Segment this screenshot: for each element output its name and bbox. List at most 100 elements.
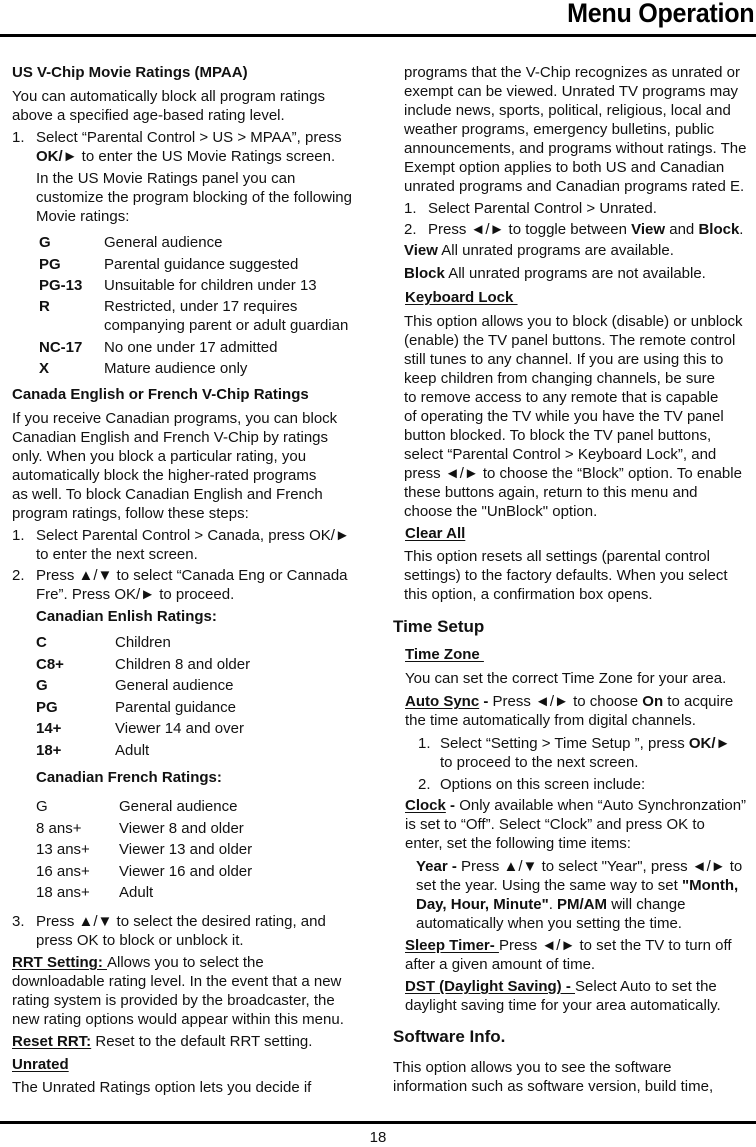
clear-all-text: This option resets all settings (parenta… (404, 548, 710, 565)
mpaa-step1-line: Select “Parental Control > US > MPAA”, p… (36, 129, 342, 146)
keyboard-lock-text: (enable) the TV panel buttons. The remot… (404, 332, 736, 349)
canada-intro-line: If you receive Canadian programs, you ca… (12, 410, 338, 427)
keyboard-lock-text: select “Parental Control > Keyboard Lock… (404, 446, 717, 463)
unrated-step2: Press ◄/► to toggle between View and Blo… (428, 221, 744, 238)
canada-step2-line: Fre”. Press OK/► to proceed. (36, 586, 235, 603)
clock-line: Clock - Only available when “Auto Synchr… (405, 797, 747, 814)
clock-label: Clock (405, 797, 446, 814)
auto-sync-line: Auto Sync - Press ◄/► to choose On to ac… (405, 693, 734, 710)
mpaa-step1-line: OK/► to enter the US Movie Ratings scree… (36, 148, 336, 165)
unrated-cont-text: announcements, and programs without rati… (404, 140, 747, 157)
block-option-line: Block All unrated programs are not avail… (404, 265, 706, 282)
canada-intro-line: program ratings, follow these steps: (12, 505, 249, 522)
rating-code: 18+ (36, 742, 62, 759)
rating-code: C (36, 634, 47, 651)
reset-rrt-label: Reset RRT: (12, 1033, 92, 1050)
canada-step1-line: Select Parental Control > Canada, press … (36, 527, 350, 544)
canada-step1-line: to enter the next screen. (36, 546, 198, 563)
rating-desc: Children (115, 634, 171, 651)
canada-intro-line: only. When you block a particular rating… (12, 448, 307, 465)
rating-code: C8+ (36, 656, 64, 673)
year-line: Year - Press ▲/▼ to select "Year", press… (416, 858, 743, 875)
clear-all-text: settings) to the factory defaults. When … (404, 567, 728, 584)
dst-line: DST (Daylight Saving) - Select Auto to s… (405, 978, 717, 995)
rrt-setting-text: rating system is provided by the broadca… (12, 992, 335, 1009)
mpaa-intro-line: You can automatically block all program … (12, 88, 325, 105)
step-number: 1. (418, 735, 431, 752)
dst-text: daylight saving time for your area autom… (405, 997, 721, 1014)
unrated-cont-text: unrated programs and Canadian programs r… (404, 178, 745, 195)
auto-sync-label: Auto Sync (405, 693, 480, 710)
canada-step3-line: press OK to block or unblock it. (36, 932, 244, 949)
rating-code: R (39, 298, 50, 315)
rating-code: 16 ans+ (36, 863, 90, 880)
step-number: 1. (12, 129, 25, 146)
rating-code: G (39, 234, 51, 251)
mpaa-intro-line: above a specified age-based rating level… (12, 107, 285, 124)
rrt-setting-text: downloadable rating level. In the event … (12, 973, 342, 990)
header-divider (0, 34, 756, 37)
time-step1-line: Select “Setting > Time Setup ”, press OK… (440, 735, 731, 752)
clear-all-heading: Clear All (405, 525, 466, 542)
time-zone-text: You can set the correct Time Zone for yo… (405, 670, 727, 687)
rrt-setting-text: new rating options would appear within t… (12, 1011, 344, 1028)
rating-code: G (36, 677, 48, 694)
rating-desc: No one under 17 admitted (104, 339, 278, 356)
rating-desc: Unsuitable for children under 13 (104, 277, 317, 294)
rating-desc: Viewer 14 and over (115, 720, 244, 737)
canada-step2-line: Press ▲/▼ to select “Canada Eng or Canna… (36, 567, 348, 584)
rating-desc: General audience (115, 677, 234, 694)
rating-code: NC-17 (39, 339, 83, 356)
rating-code: PG (39, 256, 61, 273)
year-label: Year - (416, 858, 462, 875)
unrated-cont-text: Exempt option applies to both US and Can… (404, 159, 725, 176)
step-number: 2. (12, 567, 25, 584)
page-header: Menu Operation (0, 0, 756, 37)
keyboard-lock-text: press ◄/► to choose the “Block” option. … (404, 465, 742, 482)
step-number: 1. (12, 527, 25, 544)
unrated-cont-text: exempt can be viewed. Unrated TV program… (404, 83, 739, 100)
view-label: View (404, 242, 438, 259)
rating-code: G (36, 798, 48, 815)
rating-code: 13 ans+ (36, 841, 90, 858)
rating-desc: Children 8 and older (115, 656, 251, 673)
auto-sync-text: the time automatically from digital chan… (405, 712, 696, 729)
rrt-setting-line: RRT Setting: Allows you to select the (12, 954, 264, 971)
rating-desc: General audience (119, 798, 238, 815)
mpaa-panel-text: In the US Movie Ratings panel you can (36, 170, 296, 187)
rating-desc: Parental guidance suggested (104, 256, 299, 273)
software-info-heading: Software Info. (393, 1027, 506, 1046)
mpaa-panel-text: Movie ratings: (36, 208, 130, 225)
sleep-timer-line: Sleep Timer- Press ◄/► to set the TV to … (405, 937, 732, 954)
rating-desc: Viewer 16 and older (119, 863, 253, 880)
rating-code: 14+ (36, 720, 62, 737)
rating-code: PG (36, 699, 58, 716)
ok-key-label: OK/► (36, 148, 78, 165)
rating-desc: Adult (119, 884, 154, 901)
step-number: 3. (12, 913, 25, 930)
keyboard-lock-heading: Keyboard Lock (405, 289, 518, 306)
unrated-cont-text: programs that the V-Chip recognizes as u… (404, 64, 741, 81)
canada-step3-line: Press ▲/▼ to select the desired rating, … (36, 913, 326, 930)
block-label: Block (404, 265, 445, 282)
software-info-text: information such as software version, bu… (393, 1078, 714, 1095)
unrated-text: The Unrated Ratings option lets you deci… (12, 1079, 312, 1096)
canada-intro-line: Canadian English and French V-Chip by ra… (12, 429, 329, 446)
canadian-english-heading: Canadian Enlish Ratings: (36, 608, 217, 625)
keyboard-lock-text: still tunes to any channel. If you are u… (404, 351, 724, 368)
footer-divider (0, 1121, 756, 1124)
keyboard-lock-text: of operating the TV while you have the T… (404, 408, 724, 425)
unrated-heading: Unrated (12, 1056, 69, 1073)
canada-heading: Canada English or French V-Chip Ratings (12, 386, 309, 403)
rating-code: X (39, 360, 50, 377)
view-option-line: View All unrated programs are available. (404, 242, 674, 259)
clear-all-text: this option, a confirmation box opens. (404, 586, 653, 603)
sleep-timer-label: Sleep Timer- (405, 937, 499, 954)
step-number: 2. (404, 221, 417, 238)
rating-code: PG-13 (39, 277, 83, 294)
unrated-cont-text: weather programs, emergency bulletins, p… (404, 121, 715, 138)
sleep-timer-text: after a given amount of time. (405, 956, 596, 973)
mpaa-heading: US V-Chip Movie Ratings (MPAA) (12, 64, 248, 81)
clock-text: is set to “Off”. Select “Clock” and pres… (405, 816, 705, 833)
rating-desc: Viewer 8 and older (119, 820, 244, 837)
